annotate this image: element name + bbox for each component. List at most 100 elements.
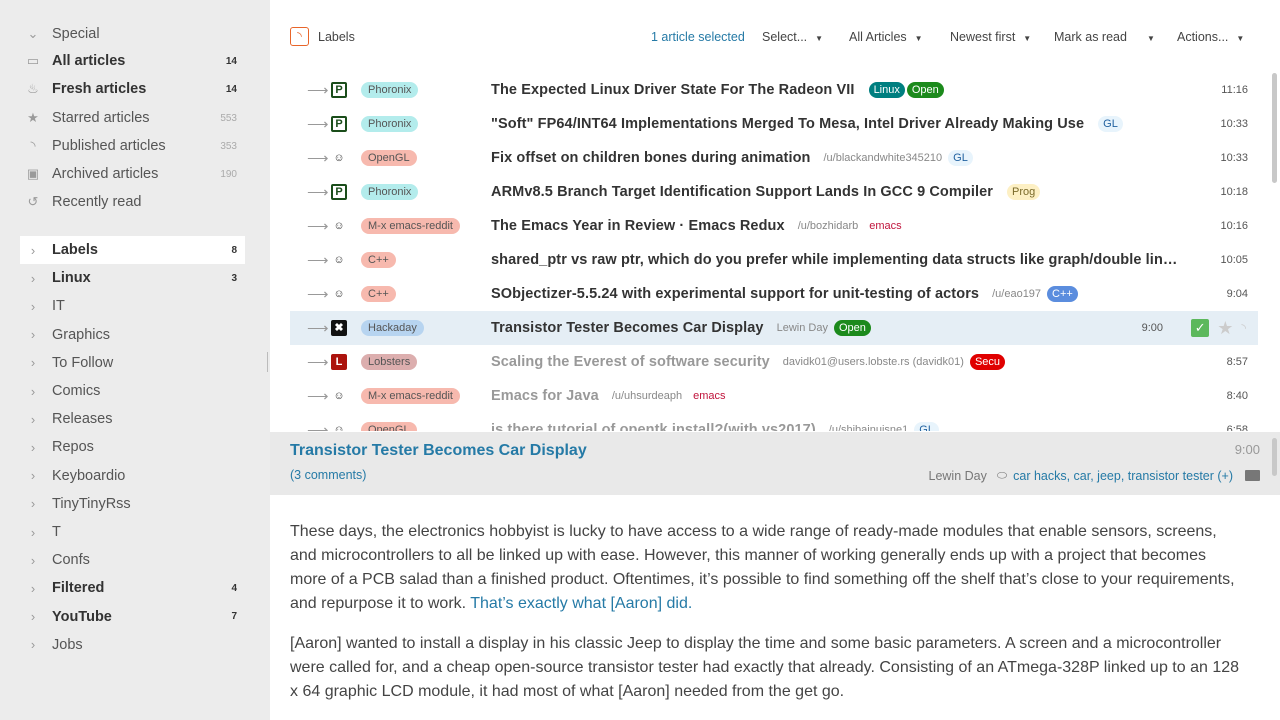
feed-item-special[interactable]: ⌄ Special <box>20 21 245 47</box>
article-scrollbar[interactable] <box>1272 438 1277 476</box>
chevron-right-icon[interactable]: › <box>26 384 40 399</box>
headline-row[interactable]: ⟶ ☺ M-x emacs-reddit The Emacs Year in Revi… <box>290 209 1258 243</box>
selected-count-link[interactable]: 1 article selected <box>651 30 745 44</box>
label-badge[interactable]: Open <box>906 82 944 98</box>
category-keyboardio[interactable]: › Keyboardio <box>20 462 245 490</box>
star-icon[interactable]: ★ <box>1217 318 1233 339</box>
headline-title-group[interactable]: SObjectizer-5.5.24 with experimental sup… <box>491 286 1078 302</box>
headline-row[interactable]: ⟶ ✖ Hackaday Transistor Tester Becomes Car … <box>290 311 1258 345</box>
headline-title-group[interactable]: shared_ptr vs raw ptr, which do you pref… <box>491 252 1198 268</box>
headline-title[interactable]: The Emacs Year in Review · Emacs Redux <box>491 218 785 234</box>
category-confs[interactable]: › Confs <box>20 546 245 574</box>
headline-row[interactable]: ⟶ P Phoronix "Soft" FP64/INT64 Implementati… <box>290 107 1258 141</box>
score-arrow-icon[interactable]: ⟶ <box>307 251 329 269</box>
select-dropdown[interactable]: Select... ▼ <box>762 30 823 44</box>
chevron-right-icon[interactable]: › <box>26 637 40 652</box>
chevron-right-icon[interactable]: › <box>26 440 40 455</box>
headline-title-group[interactable]: Transistor Tester Becomes Car Display Lew… <box>491 320 871 336</box>
chevron-right-icon[interactable]: › <box>26 468 40 483</box>
feed-name-badge[interactable]: C++ <box>361 252 396 268</box>
headline-row[interactable]: ⟶ ☺ OpenGL Fix offset on children bones dur… <box>290 141 1258 175</box>
mark-as-read-dropdown[interactable]: Mark as read ▼ <box>1054 30 1155 44</box>
category-comics[interactable]: › Comics <box>20 377 245 405</box>
chevron-right-icon[interactable]: › <box>26 271 40 286</box>
order-dropdown[interactable]: Newest first ▼ <box>950 30 1031 44</box>
chevron-right-icon[interactable]: › <box>26 243 40 258</box>
headline-title-group[interactable]: The Emacs Year in Review · Emacs Redux/u… <box>491 218 907 234</box>
feed-name-badge[interactable]: OpenGL <box>361 422 417 431</box>
score-arrow-icon[interactable]: ⟶ <box>307 115 329 133</box>
category-releases[interactable]: › Releases <box>20 405 245 433</box>
label-badge[interactable]: GL <box>914 422 939 431</box>
score-arrow-icon[interactable]: ⟶ <box>307 285 329 303</box>
label-badge[interactable]: C++ <box>1047 286 1078 302</box>
feed-name-badge[interactable]: Phoronix <box>361 116 419 132</box>
headlines-scrollbar[interactable] <box>1272 73 1277 183</box>
label-badge[interactable]: Prog <box>1007 184 1041 200</box>
headline-row[interactable]: ⟶ P Phoronix The Expected Linux Driver Stat… <box>290 73 1258 107</box>
feed-name-badge[interactable]: Hackaday <box>361 320 424 336</box>
chevron-right-icon[interactable]: › <box>26 609 40 624</box>
label-badge[interactable]: Open <box>833 320 871 336</box>
headline-title-group[interactable]: Emacs for Java/u/uhsurdeaph emacs <box>491 388 731 404</box>
chevron-right-icon[interactable]: › <box>26 525 40 540</box>
chevron-right-icon[interactable]: › <box>26 581 40 596</box>
label-badge[interactable]: emacs <box>688 388 730 404</box>
headline-row[interactable]: ⟶ ☺ OpenGL is there tutorial of opentk inst… <box>290 413 1258 431</box>
article-title[interactable]: Transistor Tester Becomes Car Display <box>290 442 587 460</box>
headline-row[interactable]: ⟶ L Lobsters Scaling the Everest of softwar… <box>290 345 1258 379</box>
feed-item-starred-articles[interactable]: ★ Starred articles 553 <box>20 105 245 131</box>
headline-title[interactable]: Fix offset on children bones during anim… <box>491 150 811 166</box>
headline-row[interactable]: ⟶ ☺ M-x emacs-reddit Emacs for Java/u/uhsur… <box>290 379 1258 413</box>
category-t[interactable]: › T <box>20 518 245 546</box>
checkbox-checked-icon[interactable]: ✓ <box>1191 319 1210 337</box>
chevron-right-icon[interactable]: › <box>26 299 40 314</box>
headline-title-group[interactable]: ARMv8.5 Branch Target Identification Sup… <box>491 184 1041 200</box>
publish-icon[interactable]: ◝ <box>1241 321 1246 335</box>
category-jobs[interactable]: › Jobs <box>20 631 245 659</box>
feed-name-badge[interactable]: Phoronix <box>361 82 419 98</box>
article-tags[interactable]: car hacks, car, jeep, transistor tester … <box>1013 469 1233 483</box>
category-graphics[interactable]: › Graphics <box>20 321 245 349</box>
category-it[interactable]: › IT <box>20 292 245 320</box>
score-arrow-icon[interactable]: ⟶ <box>307 149 329 167</box>
score-arrow-icon[interactable]: ⟶ <box>307 319 329 337</box>
chevron-right-icon[interactable]: › <box>26 496 40 511</box>
feed-name-badge[interactable]: OpenGL <box>361 150 417 166</box>
headline-title[interactable]: Transistor Tester Becomes Car Display <box>491 320 764 336</box>
headline-title[interactable]: shared_ptr vs raw ptr, which do you pref… <box>491 252 1178 268</box>
category-labels[interactable]: › Labels 8 <box>20 236 245 264</box>
feed-name-badge[interactable]: M-x emacs-reddit <box>361 388 460 404</box>
score-arrow-icon[interactable]: ⟶ <box>307 183 329 201</box>
headline-row[interactable]: ⟶ ☺ C++ shared_ptr vs raw ptr, which do you… <box>290 243 1258 277</box>
headline-title-group[interactable]: Scaling the Everest of software security… <box>491 354 1006 370</box>
category-linux[interactable]: › Linux 3 <box>20 264 245 292</box>
feed-name-badge[interactable]: M-x emacs-reddit <box>361 218 460 234</box>
score-arrow-icon[interactable]: ⟶ <box>307 81 329 99</box>
headline-row[interactable]: ⟶ ☺ C++ SObjectizer-5.5.24 with experimenta… <box>290 277 1258 311</box>
feed-item-recently-read[interactable]: ↺ Recently read <box>20 189 245 215</box>
feed-item-archived-articles[interactable]: ▣ Archived articles 190 <box>20 161 245 187</box>
feed-name-badge[interactable]: Phoronix <box>361 184 419 200</box>
label-badge[interactable]: emacs <box>864 218 906 234</box>
feed-item-all-articles[interactable]: ▭ All articles 14 <box>20 48 245 74</box>
headline-title-group[interactable]: Fix offset on children bones during anim… <box>491 150 973 166</box>
headline-title[interactable]: is there tutorial of opentk install?(wit… <box>491 422 816 431</box>
category-to-follow[interactable]: › To Follow <box>20 349 245 377</box>
label-badge[interactable]: Secu <box>969 354 1006 370</box>
headline-title[interactable]: "Soft" FP64/INT64 Implementations Merged… <box>491 116 1084 132</box>
headline-title-group[interactable]: The Expected Linux Driver State For The … <box>491 82 944 98</box>
headline-title[interactable]: Scaling the Everest of software security <box>491 354 770 370</box>
category-youtube[interactable]: › YouTube 7 <box>20 603 245 631</box>
pane-splitter[interactable] <box>267 352 268 372</box>
chevron-right-icon[interactable]: › <box>26 327 40 342</box>
label-badge[interactable]: Linux <box>868 82 905 98</box>
label-badge[interactable]: GL <box>1098 116 1123 132</box>
label-badge[interactable]: GL <box>948 150 973 166</box>
rss-feed-icon[interactable]: ◝ <box>290 27 309 46</box>
headline-title[interactable]: SObjectizer-5.5.24 with experimental sup… <box>491 286 979 302</box>
actions-dropdown[interactable]: Actions... ▼ <box>1177 30 1244 44</box>
note-icon[interactable] <box>1245 470 1260 481</box>
chevron-right-icon[interactable]: › <box>26 412 40 427</box>
view-mode-dropdown[interactable]: All Articles ▼ <box>849 30 923 44</box>
